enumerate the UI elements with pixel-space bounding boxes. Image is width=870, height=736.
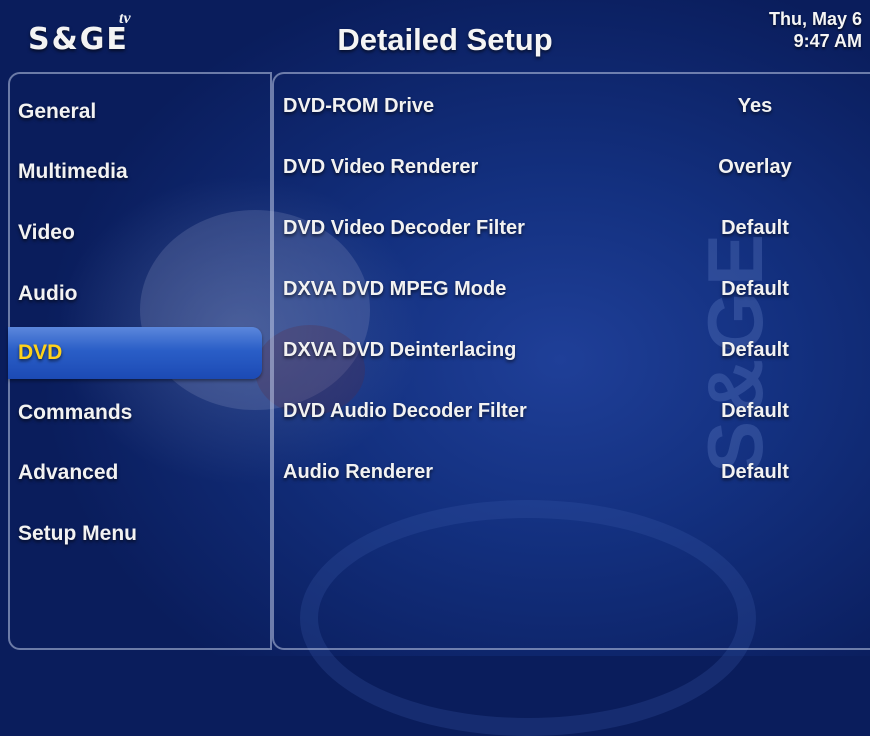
setting-value[interactable]: Default — [690, 212, 820, 244]
sidebar-item-dvd[interactable]: DVD — [8, 327, 262, 379]
sidebar-item-video[interactable]: Video — [18, 216, 75, 250]
setting-dvd-audio-decoder-filter[interactable]: DVD Audio Decoder Filter — [283, 395, 527, 427]
sidebar-item-multimedia[interactable]: Multimedia — [18, 155, 128, 189]
setting-dvd-rom-drive[interactable]: DVD-ROM Drive — [283, 90, 434, 122]
setting-value[interactable]: Default — [690, 273, 820, 305]
header: S&GE tv Detailed Setup Thu, May 6 9:47 A… — [0, 0, 870, 72]
sidebar-item-commands[interactable]: Commands — [18, 396, 132, 430]
setting-dvd-video-decoder-filter[interactable]: DVD Video Decoder Filter — [283, 212, 525, 244]
setting-dxva-dvd-mpeg-mode[interactable]: DXVA DVD MPEG Mode — [283, 273, 506, 305]
setting-audio-renderer[interactable]: Audio Renderer — [283, 456, 433, 488]
page-title: Detailed Setup — [337, 22, 553, 57]
clock-date: Thu, May 6 — [768, 9, 862, 29]
setting-value[interactable]: Default — [690, 456, 820, 488]
clock: Thu, May 6 9:47 AM — [769, 8, 862, 52]
setting-dxva-dvd-deinterlacing[interactable]: DXVA DVD Deinterlacing — [283, 334, 516, 366]
setting-value[interactable]: Overlay — [690, 151, 820, 183]
sage-logo-tv: tv — [119, 10, 131, 27]
setting-value[interactable]: Yes — [690, 90, 820, 122]
setting-value[interactable]: Default — [690, 334, 820, 366]
sidebar-item-setup-menu[interactable]: Setup Menu — [18, 517, 137, 551]
clock-time: 9:47 AM — [793, 31, 862, 51]
setting-value[interactable]: Default — [690, 395, 820, 427]
sage-logo: S&GE — [28, 22, 129, 57]
sidebar-item-advanced[interactable]: Advanced — [18, 456, 118, 490]
setting-dvd-video-renderer[interactable]: DVD Video Renderer — [283, 151, 478, 183]
sidebar-item-general[interactable]: General — [18, 95, 96, 129]
sidebar-item-audio[interactable]: Audio — [18, 277, 77, 311]
